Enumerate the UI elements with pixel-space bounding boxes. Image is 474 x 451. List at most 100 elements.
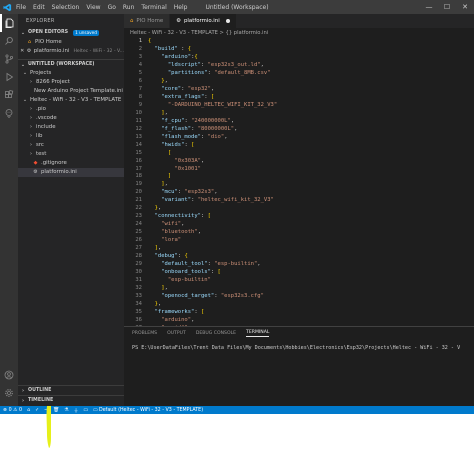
tab-debug-console[interactable]: DEBUG CONSOLE [196,331,236,336]
menu-file[interactable]: File [16,4,26,11]
code-line[interactable]: 35 "frameworks": [ [124,309,474,317]
code-line[interactable]: 28 "debug": { [124,253,474,261]
code-line[interactable]: 15 [ [124,150,474,158]
file-platformio-ini[interactable]: ⚙ platformio.ini [18,168,124,177]
problems-status[interactable]: ⊗ 0 ⚠ 0 [3,408,22,413]
menu-run[interactable]: Run [123,4,135,11]
maximize-button[interactable]: ☐ [438,0,456,14]
menu-edit[interactable]: Edit [33,4,45,11]
open-editor-pio-home[interactable]: ⌂ PIO Home [18,38,124,47]
breadcrumb[interactable]: Heltec - WiFi - 32 - V3 - TEMPLATE > {} … [124,28,474,38]
code-line[interactable]: 29 "default_tool": "esp-builtin", [124,261,474,269]
menu-help[interactable]: Help [174,4,188,11]
terminal-icon[interactable]: ▭ [83,408,88,413]
code-line[interactable]: 34 }, [124,301,474,309]
menu-bar: File Edit Selection View Go Run Terminal… [16,4,187,11]
gear-icon[interactable] [0,384,18,402]
tab-output[interactable]: OUTPUT [167,331,186,336]
folder-include[interactable]: › include [18,123,124,132]
code-line[interactable]: 21 "variant": "heltec_wifi_kit_32_V3" [124,197,474,205]
pio-home-icon[interactable]: ⌂ [27,408,30,413]
terminal-output[interactable]: PS E:\UserDataFiles\Trent Data Files\My … [124,339,474,357]
folder-label: lib [36,133,43,139]
account-icon[interactable] [0,366,18,384]
open-editor-platformio-ini[interactable]: ✕ ⚙ platformio.ini Heltec - WiFi - 32 - … [18,47,124,56]
folder-test[interactable]: › test [18,150,124,159]
code-line[interactable]: 14 "hwids": [ [124,142,474,150]
code-line[interactable]: 7 "core": "esp32", [124,86,474,94]
code-line[interactable]: 12 "f_flash": "80000000L", [124,126,474,134]
outline-header[interactable]: › OUTLINE [18,385,124,395]
folder-8266-project[interactable]: › 8266 Project [18,78,124,87]
code-text: ], [154,245,162,252]
code-line[interactable]: 24 "wifi", [124,221,474,229]
code-line[interactable]: 4 "ldscript": "esp32s3_out.ld", [124,62,474,70]
file-gitignore[interactable]: ◆ .gitignore [18,159,124,168]
code-text: ] [167,173,172,180]
search-icon[interactable] [0,32,18,50]
folder-pio[interactable]: › .pio [18,105,124,114]
line-number: 7 [138,85,142,92]
close-button[interactable]: ✕ [456,0,474,14]
code-line[interactable]: 16 "0x303A", [124,158,474,166]
folder-projects[interactable]: ⌄ Projects [18,69,124,78]
code-line[interactable]: 19 ], [124,181,474,189]
open-editors-header[interactable]: ⌄ OPEN EDITORS 1 unsaved [18,28,124,38]
serial-plug-icon[interactable]: ⏚ [74,407,79,414]
code-line[interactable]: 25 "bluetooth", [124,229,474,237]
menu-terminal[interactable]: Terminal [141,4,166,11]
code-line[interactable]: 30 "onboard_tools": [ [124,269,474,277]
code-line[interactable]: 26 "lora" [124,237,474,245]
folder-heltec-project[interactable]: ⌄ Heltec - WiFi - 32 - V3 - TEMPLATE [18,96,124,105]
env-selector[interactable]: ▭ Default (Heltec - WiFi - 32 - V3 - TEM… [93,408,203,413]
code-line[interactable]: 10 ], [124,110,474,118]
explorer-icon[interactable] [0,14,18,32]
menu-go[interactable]: Go [108,4,116,11]
folder-lib[interactable]: › lib [18,132,124,141]
line-number: 36 [135,316,142,323]
folder-src[interactable]: › src [18,141,124,150]
tab-pio-home[interactable]: ⌂ PIO Home [124,14,171,28]
clean-trash-icon[interactable]: 🗑 [53,408,59,413]
source-control-icon[interactable] [0,50,18,68]
code-line[interactable]: 20 "mcu": "esp32s3", [124,189,474,197]
code-line[interactable]: 13 "flash_mode": "dio", [124,134,474,142]
code-line[interactable]: 36 "arduino", [124,317,474,325]
code-line[interactable]: 18 ] [124,173,474,181]
code-line[interactable]: 33 "openocd_target": "esp32s3.cfg" [124,293,474,301]
code-line[interactable]: 1{ [124,38,474,46]
line-number: 17 [135,165,142,172]
test-flask-icon[interactable]: ⚗ [64,408,68,413]
code-line[interactable]: 31 "esp-builtin" [124,277,474,285]
code-line[interactable]: 23 "connectivity": [ [124,213,474,221]
code-line[interactable]: 8 "extra_flags": [ [124,94,474,102]
run-debug-icon[interactable] [0,68,18,86]
close-editor-icon[interactable]: ✕ [20,47,25,56]
code-text: "connectivity": [ [154,213,211,220]
code-line[interactable]: 5 "partitions": "default_8MB.csv" [124,70,474,78]
extensions-icon[interactable] [0,86,18,104]
code-line[interactable]: 3 "arduino":{ [124,54,474,62]
code-line[interactable]: 32 ], [124,285,474,293]
workspace-header[interactable]: ⌄ UNTITLED (WORKSPACE) [18,59,124,69]
code-line[interactable]: 6 }, [124,78,474,86]
platformio-icon[interactable] [0,104,18,122]
code-line[interactable]: 22 }, [124,205,474,213]
tab-problems[interactable]: PROBLEMS [132,331,157,336]
code-line[interactable]: 17 "0x1001" [124,166,474,174]
build-check-icon[interactable]: ✓ [35,408,39,413]
menu-selection[interactable]: Selection [52,4,80,11]
folder-vscode[interactable]: › .vscode [18,114,124,123]
tab-terminal[interactable]: TERMINAL [246,330,270,337]
code-line[interactable]: 9 "-DARDUINO_HELTEC_WIFI_KIT_32_V3" [124,102,474,110]
code-line[interactable]: 2 "build" : { [124,46,474,54]
code-line[interactable]: 27 ], [124,245,474,253]
timeline-header[interactable]: › TIMELINE [18,395,124,405]
code-editor[interactable]: 1{2 "build" : {3 "arduino":{4 "ldscript"… [124,38,474,334]
unsaved-dot-icon[interactable] [225,19,230,23]
tab-platformio-ini[interactable]: ⚙ platformio.ini [170,14,237,28]
menu-view[interactable]: View [86,4,100,11]
minimize-button[interactable]: — [420,0,438,14]
file-new-arduino-template[interactable]: New Arduino Project Template.ini [18,87,124,96]
code-line[interactable]: 11 "f_cpu": "240000000L", [124,118,474,126]
